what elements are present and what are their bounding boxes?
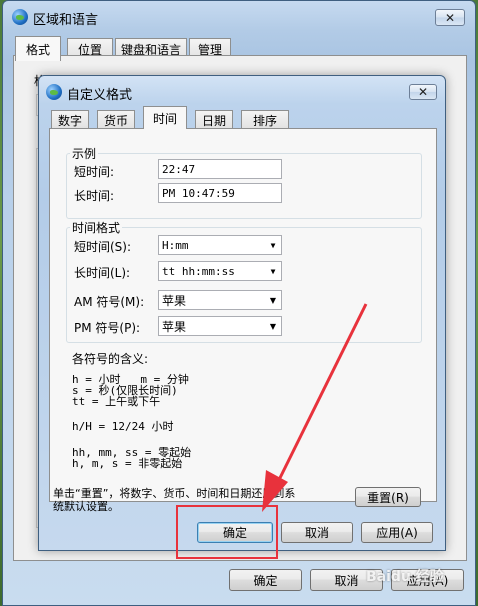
tab-label: 时间 [152,111,177,126]
tab-label: 格式 [25,42,50,57]
arrow-head [262,470,288,512]
annotation-arrow [262,303,368,512]
arrow-shaft [274,303,368,487]
watermark: Baidu 经验 [366,569,444,585]
tab-formats[interactable]: 格式 [15,36,61,61]
tab-time[interactable]: 时间 [143,106,187,129]
